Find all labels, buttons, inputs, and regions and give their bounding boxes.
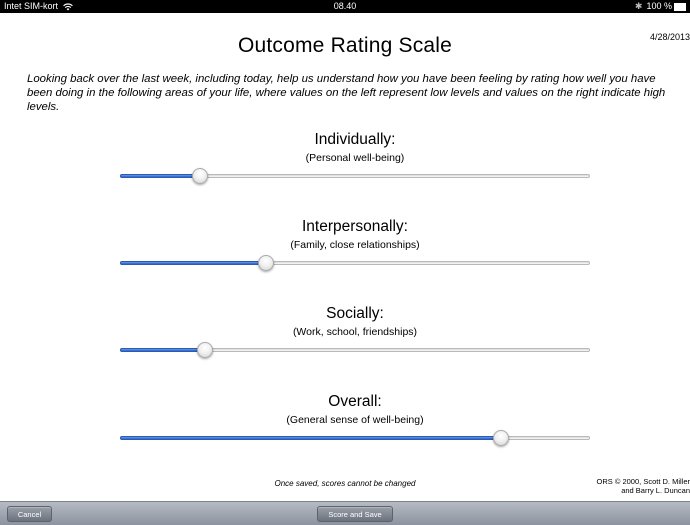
scale-label: Interpersonally: (302, 218, 408, 235)
copyright-line-2: and Barry L. Duncan (621, 486, 690, 495)
outcome-rating-screen: Intet SIM-kort 08.40 ✱ 100 % Outcome Rati… (0, 0, 690, 525)
slider-fill (120, 436, 501, 440)
score-and-save-button[interactable]: Score and Save (317, 506, 393, 522)
status-bar: Intet SIM-kort 08.40 ✱ 100 % (0, 0, 690, 13)
bottom-toolbar: Cancel Score and Save (0, 501, 690, 525)
interpersonally-slider[interactable] (120, 252, 590, 274)
slider-thumb[interactable] (196, 342, 213, 358)
scale-interpersonally: Interpersonally: (Family, close relation… (120, 218, 590, 274)
scale-sublabel: (Family, close relationships) (290, 239, 420, 251)
scale-socially: Socially: (Work, school, friendships) (120, 305, 590, 361)
save-warning-note: Once saved, scores cannot be changed (274, 479, 416, 488)
date-label: 4/28/2013 (649, 32, 690, 42)
scale-sublabel: (General sense of well-being) (286, 414, 424, 426)
scale-label: Socially: (326, 305, 384, 322)
slider-thumb[interactable] (191, 168, 208, 184)
copyright-notice: ORS © 2000, Scott D. Miller and Barry L.… (597, 477, 690, 495)
scale-overall: Overall: (General sense of well-being) (120, 393, 590, 449)
slider-fill (120, 261, 266, 265)
copyright-line-1: ORS © 2000, Scott D. Miller (596, 477, 690, 486)
scale-sublabel: (Personal well-being) (305, 152, 405, 164)
scale-sublabel: (Work, school, friendships) (292, 326, 418, 338)
instructions-text: Looking back over the last week, includi… (27, 73, 666, 113)
battery-icon (674, 2, 686, 11)
slider-fill (120, 348, 205, 352)
scale-label: Overall: (328, 393, 382, 410)
slider-thumb[interactable] (257, 255, 274, 271)
battery-percent: 100 % (646, 1, 672, 11)
scale-label: Individually: (314, 131, 396, 148)
page-title: Outcome Rating Scale (237, 34, 453, 57)
scale-individually: Individually: (Personal well-being) (120, 131, 590, 187)
bluetooth-icon: ✱ (634, 1, 643, 11)
cancel-button[interactable]: Cancel (7, 506, 52, 522)
slider-thumb[interactable] (492, 430, 509, 446)
status-right: ✱ 100 % (635, 0, 686, 13)
socially-slider[interactable] (120, 339, 590, 361)
slider-fill (120, 174, 200, 178)
overall-slider[interactable] (120, 427, 590, 449)
clock-label: 08.40 (333, 1, 357, 11)
individually-slider[interactable] (120, 165, 590, 187)
